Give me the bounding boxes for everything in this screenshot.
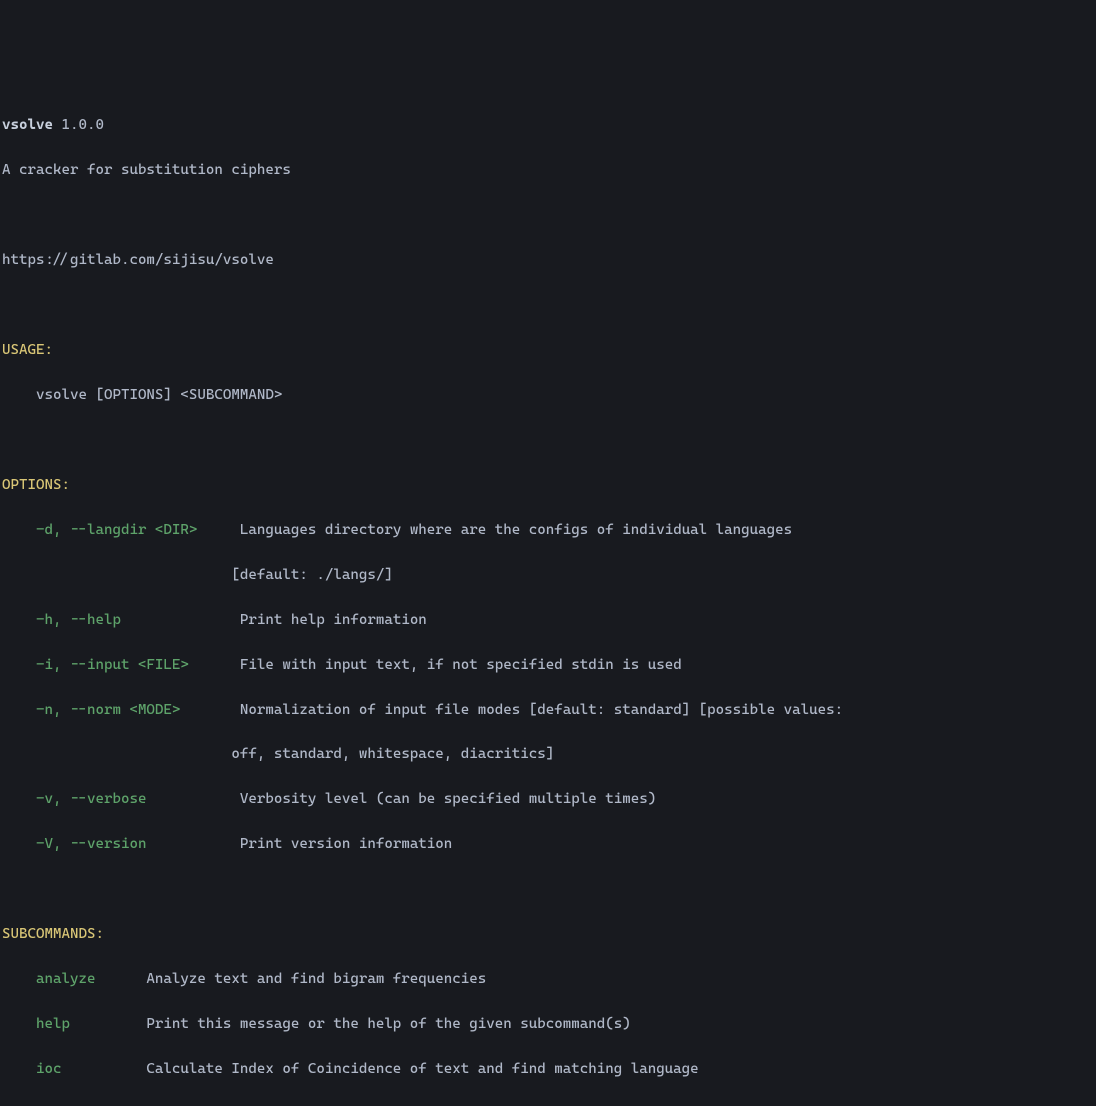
subcommand-name: help [36,1013,146,1035]
option-row: -v, --verbose Verbosity level (can be sp… [2,788,1094,810]
subcommand-desc: Print this message or the help of the gi… [146,1016,630,1032]
subcommand-row: analyzeAnalyze text and find bigram freq… [2,968,1094,990]
option-desc: File with input text, if not specified s… [240,657,682,673]
blank-line [2,204,1094,226]
option-flag: -d, --langdir <DIR> [36,519,231,541]
usage-header: USAGE: [2,339,1094,361]
subcommand-name: analyze [36,968,146,990]
option-row: -d, --langdir <DIR> Languages directory … [2,519,1094,541]
subcommand-row: helpPrint this message or the help of th… [2,1013,1094,1035]
option-flag: -h, --help [36,609,231,631]
subcommands-header: SUBCOMMANDS: [2,923,1094,945]
option-row: -V, --version Print version information [2,833,1094,855]
option-desc-cont: [default: ./langs/] [2,564,1094,586]
subcommand-desc: Calculate Index of Coincidence of text a… [146,1061,698,1077]
blank-line [2,429,1094,451]
option-flag: -v, --verbose [36,788,231,810]
terminal-output: vsolve 1.0.0 A cracker for substitution … [2,92,1094,1106]
option-row: -i, --input <FILE> File with input text,… [2,654,1094,676]
subcommand-name: ioc [36,1058,146,1080]
blank-line [2,878,1094,900]
app-name: vsolve [2,117,53,133]
subcommand-desc: Analyze text and find bigram frequencies [146,971,486,987]
subcommand-row: iocCalculate Index of Coincidence of tex… [2,1058,1094,1080]
option-row: -n, --norm <MODE> Normalization of input… [2,699,1094,721]
options-header: OPTIONS: [2,474,1094,496]
blank-line [2,294,1094,316]
app-url: https://gitlab.com/sijisu/vsolve [2,249,1094,271]
usage-line: vsolve [OPTIONS] <SUBCOMMAND> [2,384,1094,406]
option-desc-cont: off, standard, whitespace, diacritics] [2,743,1094,765]
app-description: A cracker for substitution ciphers [2,159,1094,181]
option-desc: Print help information [240,612,427,628]
option-desc: Languages directory where are the config… [240,522,792,538]
subcommand-name: normalize [36,1103,146,1106]
option-desc: Normalization of input file modes [defau… [240,702,843,718]
option-desc: Verbosity level (can be specified multip… [240,791,656,807]
header-line: vsolve 1.0.0 [2,114,1094,136]
option-row: -h, --help Print help information [2,609,1094,631]
option-flag: -V, --version [36,833,231,855]
subcommand-row: normalizeNormalize text [2,1103,1094,1106]
app-version: 1.0.0 [61,117,103,133]
option-desc: Print version information [240,836,452,852]
option-flag: -n, --norm <MODE> [36,699,231,721]
option-flag: -i, --input <FILE> [36,654,231,676]
